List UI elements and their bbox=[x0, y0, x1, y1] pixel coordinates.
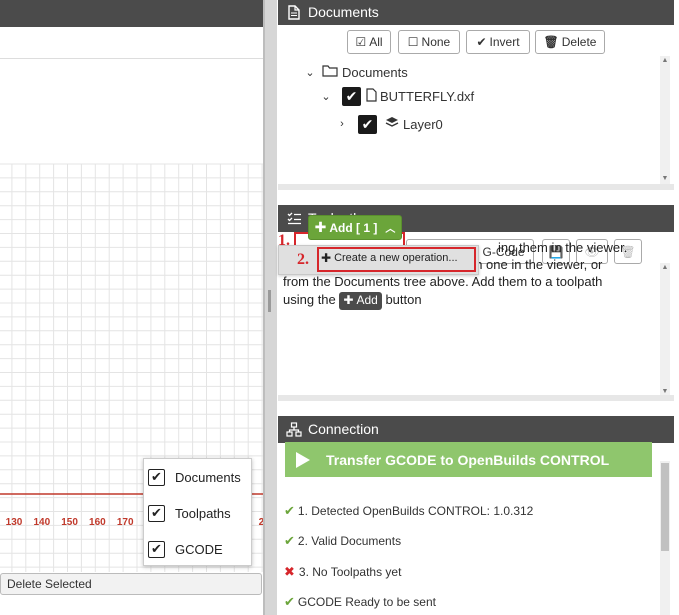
viewer-visibility-menu: ✔ Documents ✔ Toolpaths ✔ GCODE bbox=[143, 458, 252, 566]
connection-status-line: ✔ 2. Valid Documents bbox=[284, 533, 401, 549]
menu-item-toolpaths[interactable]: ✔ Toolpaths bbox=[148, 501, 231, 525]
button-label: Delete bbox=[561, 35, 597, 49]
plus-icon: ✚ bbox=[321, 251, 332, 265]
connection-status-line: ✖ 3. No Toolpaths yet bbox=[284, 564, 401, 580]
file-icon bbox=[366, 87, 377, 105]
inline-add-badge: ✚ Add bbox=[339, 291, 382, 310]
viewer-top-bar bbox=[0, 0, 263, 27]
chevron-down-icon[interactable]: ⌄ bbox=[304, 66, 316, 79]
status-text: GCODE Ready to be sent bbox=[297, 595, 436, 609]
status-text: 3. No Toolpaths yet bbox=[298, 565, 402, 579]
chevron-right-icon[interactable]: › bbox=[336, 118, 348, 130]
documents-panel: Documents ☑ All ☐ None ✔ Invert 🗑 Delete ⌄ D… bbox=[278, 0, 674, 190]
help-text: using the bbox=[283, 292, 336, 307]
toolpaths-scrollbar[interactable]: ▲ ▼ bbox=[660, 263, 670, 397]
button-label: None bbox=[421, 35, 451, 49]
connection-header: Connection bbox=[278, 416, 674, 443]
button-label: Invert bbox=[489, 35, 520, 49]
splitter-grip[interactable] bbox=[268, 290, 271, 312]
viewer-toolbar bbox=[0, 27, 263, 59]
button-label: Add [ 1 ] bbox=[329, 220, 378, 235]
folder-icon bbox=[322, 64, 338, 80]
menu-item-gcode[interactable]: ✔ GCODE bbox=[148, 537, 223, 561]
menu-item-label: Toolpaths bbox=[175, 505, 231, 521]
scroll-down-icon[interactable]: ▼ bbox=[660, 174, 670, 184]
status-text: 2. Valid Documents bbox=[297, 534, 402, 548]
select-all-button[interactable]: ☑ All bbox=[347, 30, 391, 54]
menu-item-documents[interactable]: ✔ Documents bbox=[148, 465, 241, 489]
panel-title: Connection bbox=[308, 421, 379, 437]
badge-label: Add bbox=[356, 293, 378, 308]
play-icon bbox=[285, 442, 320, 477]
panel-title: Documents bbox=[308, 4, 379, 20]
checkbox-checked-icon: ☑ bbox=[355, 35, 367, 49]
panel-resize-handle[interactable] bbox=[278, 184, 674, 190]
status-bar: Delete Selected bbox=[0, 573, 262, 595]
panel-resize-handle[interactable] bbox=[278, 395, 674, 401]
help-line: from the Documents tree above. Add them … bbox=[283, 274, 603, 289]
connection-status-line: ✔ 1. Detected OpenBuilds CONTROL: 1.0.31… bbox=[284, 503, 533, 519]
check-icon[interactable]: ✔ bbox=[148, 540, 165, 558]
add-dropdown-menu: 2. ✚ Create a new operation... bbox=[278, 245, 479, 275]
check-icon: ✔ bbox=[284, 533, 295, 548]
annotation-number-2: 2. bbox=[297, 251, 309, 268]
cross-icon: ✖ bbox=[284, 564, 295, 579]
status-text: 1. Detected OpenBuilds CONTROL: 1.0.312 bbox=[297, 504, 534, 518]
ruler-tick-label: 140 bbox=[33, 517, 50, 528]
document-icon bbox=[286, 5, 302, 21]
add-toolpath-button[interactable]: ✚ Add [ 1 ] ︿ bbox=[308, 215, 402, 240]
documents-scrollbar[interactable]: ▲ ▼ bbox=[660, 56, 670, 184]
connection-scrollbar[interactable] bbox=[660, 461, 670, 615]
tree-label: Layer0 bbox=[403, 116, 443, 132]
ruler-tick-label: 170 bbox=[117, 517, 134, 528]
create-operation-menu-item[interactable]: ✚ Create a new operation... bbox=[321, 251, 458, 265]
select-none-button[interactable]: ☐ None bbox=[398, 30, 460, 54]
ruler-tick-label: 150 bbox=[61, 517, 78, 528]
tree-label: BUTTERFLY.dxf bbox=[380, 88, 475, 104]
layers-icon bbox=[385, 116, 399, 132]
menu-item-label: Create a new operation... bbox=[334, 252, 458, 264]
scroll-thumb[interactable] bbox=[661, 463, 669, 551]
check-icon: ✔ bbox=[284, 594, 295, 609]
plus-icon: ✚ bbox=[314, 219, 327, 235]
invert-selection-button[interactable]: ✔ Invert bbox=[466, 30, 530, 54]
transfer-gcode-button[interactable]: Transfer GCODE to OpenBuilds CONTROL bbox=[285, 442, 652, 477]
tree-item-documents-root[interactable]: ⌄ Documents bbox=[304, 60, 408, 84]
chevron-down-icon[interactable]: ⌄ bbox=[320, 90, 332, 103]
menu-item-label: Documents bbox=[175, 469, 241, 485]
help-text: button bbox=[385, 292, 422, 307]
check-icon[interactable]: ✔ bbox=[148, 504, 165, 522]
tree-label: Documents bbox=[342, 64, 408, 80]
plus-icon: ✚ bbox=[343, 293, 354, 308]
tree-checkbox[interactable]: ✔ bbox=[358, 114, 377, 134]
tree-item-file[interactable]: ⌄ ✔ BUTTERFLY.dxf bbox=[320, 84, 474, 108]
button-label: All bbox=[369, 35, 383, 49]
checkbox-empty-icon: ☐ bbox=[407, 35, 419, 49]
delete-documents-button[interactable]: 🗑 Delete bbox=[535, 30, 605, 54]
menu-item-label: GCODE bbox=[175, 541, 223, 557]
trash-icon: 🗑 bbox=[543, 35, 559, 49]
network-icon bbox=[286, 422, 302, 438]
toolpaths-panel: Toolpaths 1. ✚ Add [ 1 ] ︿ ⚙Generate G-C… bbox=[278, 205, 674, 401]
scroll-up-icon[interactable]: ▲ bbox=[660, 56, 670, 66]
list-check-icon bbox=[286, 211, 302, 227]
button-label: Transfer GCODE to OpenBuilds CONTROL bbox=[326, 451, 610, 468]
help-line: using the ✚ Add button bbox=[283, 291, 645, 310]
connection-panel: Connection Transfer GCODE to OpenBuilds … bbox=[278, 416, 674, 615]
scroll-up-icon[interactable]: ▲ bbox=[660, 263, 670, 273]
ruler-tick-label: 160 bbox=[89, 517, 106, 528]
documents-header: Documents bbox=[278, 0, 674, 25]
tree-item-layer[interactable]: › ✔ Layer0 bbox=[336, 112, 443, 136]
check-icon: ✔ bbox=[284, 503, 295, 518]
tree-checkbox[interactable]: ✔ bbox=[342, 86, 361, 106]
connection-status-line: ✔ GCODE Ready to be sent bbox=[284, 594, 436, 610]
check-icon: ✔ bbox=[476, 35, 487, 49]
ruler-tick-label: 130 bbox=[6, 517, 23, 528]
check-icon[interactable]: ✔ bbox=[148, 468, 165, 486]
chevron-up-icon: ︿ bbox=[385, 224, 396, 235]
